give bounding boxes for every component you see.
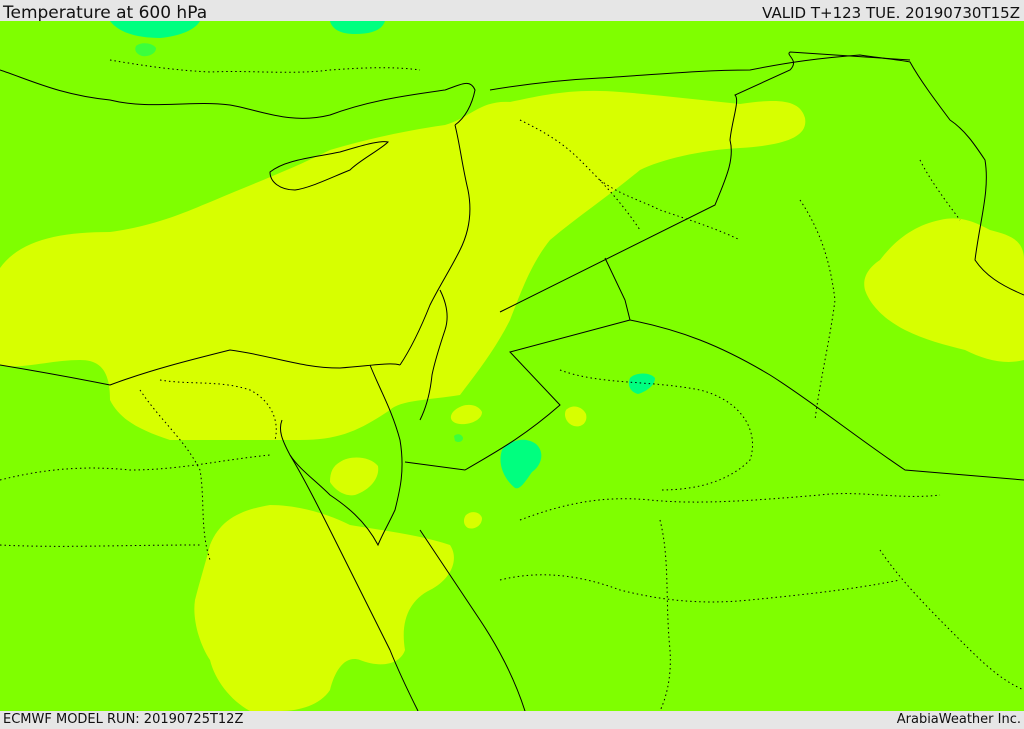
footer-bar: ECMWF MODEL RUN: 20190725T12Z ArabiaWeat…	[0, 711, 1024, 729]
map-title: Temperature at 600 hPa	[3, 3, 208, 23]
model-run-label: ECMWF MODEL RUN: 20190725T12Z	[3, 712, 244, 727]
credit-label: ArabiaWeather Inc.	[896, 712, 1021, 727]
header-bar: Temperature at 600 hPa VALID T+123 TUE. …	[0, 0, 1024, 23]
valid-time: VALID T+123 TUE. 20190730T15Z	[762, 4, 1020, 22]
map-panel	[0, 21, 1024, 711]
map-svg	[0, 21, 1024, 711]
